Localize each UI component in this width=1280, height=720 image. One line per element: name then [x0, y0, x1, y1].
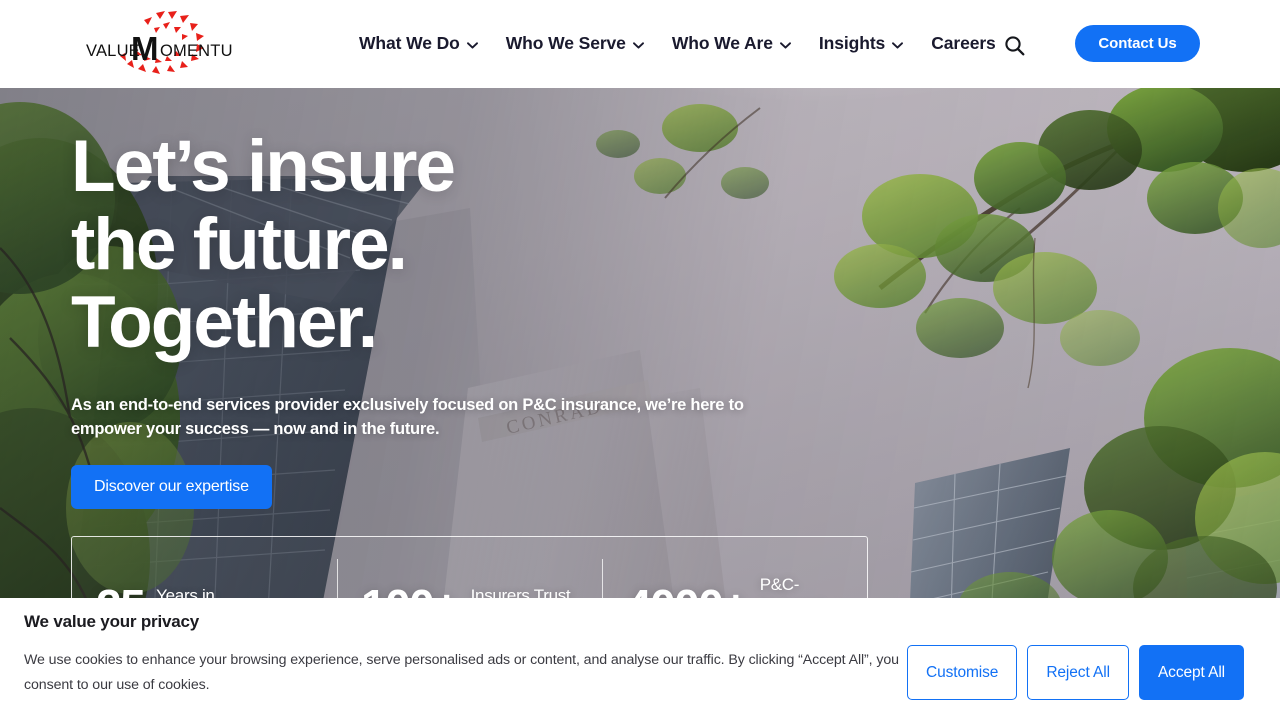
customise-button[interactable]: Customise	[906, 645, 1018, 700]
cookie-banner-actions: Customise Reject All Accept All	[906, 645, 1244, 700]
hero-title: Let’s insure the future. Together.	[71, 126, 951, 364]
page-root: VALUE M OMENTUM What We Do Who We Serve …	[0, 0, 1280, 720]
site-header: VALUE M OMENTUM What We Do Who We Serve …	[0, 0, 1280, 88]
valuemomentum-logo[interactable]: VALUE M OMENTUM	[82, 8, 232, 80]
nav-item-insights[interactable]: Insights	[805, 0, 917, 88]
svg-text:M: M	[131, 30, 159, 67]
hero-title-line: Let’s insure	[71, 126, 456, 207]
search-icon[interactable]	[1000, 31, 1028, 59]
nav-item-label: Careers	[931, 33, 996, 54]
hero-subtitle: As an end-to-end services provider exclu…	[71, 396, 744, 438]
nav-item-label: Who We Serve	[505, 33, 626, 54]
hero-content: Let’s insure the future. Together. As an…	[71, 126, 951, 510]
reject-all-button[interactable]: Reject All	[1027, 645, 1129, 700]
nav-item-careers[interactable]: Careers	[917, 0, 1010, 88]
chevron-down-icon	[779, 42, 791, 49]
nav-item-label: Who We Are	[671, 33, 773, 54]
main-navigation: What We Do Who We Serve Who We Are Insig…	[345, 0, 1010, 88]
valuemomentum-logo-icon: VALUE M OMENTUM	[86, 11, 232, 74]
chevron-down-icon	[632, 42, 644, 49]
cookie-banner-body: We use cookies to enhance your browsing …	[24, 652, 899, 694]
hero-title-line: Together.	[71, 282, 378, 364]
nav-item-label: What We Do	[359, 33, 460, 54]
cookie-consent-banner: We value your privacy We use cookies to …	[0, 598, 1280, 720]
nav-item-what-we-do[interactable]: What We Do	[345, 0, 492, 88]
nav-item-who-we-serve[interactable]: Who We Serve	[492, 0, 658, 88]
nav-item-label: Insights	[818, 33, 886, 54]
accept-all-button[interactable]: Accept All	[1138, 645, 1244, 700]
svg-text:OMENTUM: OMENTUM	[160, 42, 232, 60]
cookie-banner-title: We value your privacy	[24, 612, 200, 631]
hero-title-line: the future.	[71, 204, 408, 286]
chevron-down-icon	[892, 42, 904, 49]
search-glyph	[1004, 35, 1024, 55]
contact-us-button[interactable]: Contact Us	[1075, 25, 1200, 62]
discover-our-expertise-button[interactable]: Discover our expertise	[71, 465, 272, 510]
nav-item-who-we-are[interactable]: Who We Are	[658, 0, 805, 88]
chevron-down-icon	[466, 42, 478, 49]
